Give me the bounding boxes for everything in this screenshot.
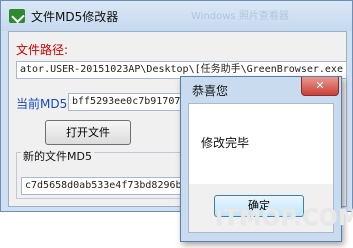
watermark-text: ITMOP.COM — [215, 206, 353, 231]
app-check-icon — [9, 9, 25, 23]
current-md5-field[interactable]: bff5293ee0c7b917076e1 — [68, 93, 188, 111]
close-icon[interactable]: ✕ — [301, 77, 339, 96]
open-file-button[interactable]: 打开文件 — [45, 120, 131, 145]
window-title: 文件MD5修改器 — [31, 10, 119, 24]
dialog-title: 恭喜您 — [192, 84, 229, 98]
new-md5-field[interactable]: c7d5658d0ab533e4f73bd8296bd — [21, 177, 189, 195]
file-path-label: 文件路径: — [16, 43, 69, 57]
current-md5-label: 当前MD5: — [16, 97, 72, 111]
new-md5-group-label: 新的文件MD5 — [21, 148, 94, 164]
background-window-title: Windows 照片查看器 — [191, 11, 289, 22]
title-bar[interactable]: 文件MD5修改器 Windows 照片查看器 — [1, 1, 352, 31]
dialog-message: 修改完毕 — [201, 136, 250, 150]
